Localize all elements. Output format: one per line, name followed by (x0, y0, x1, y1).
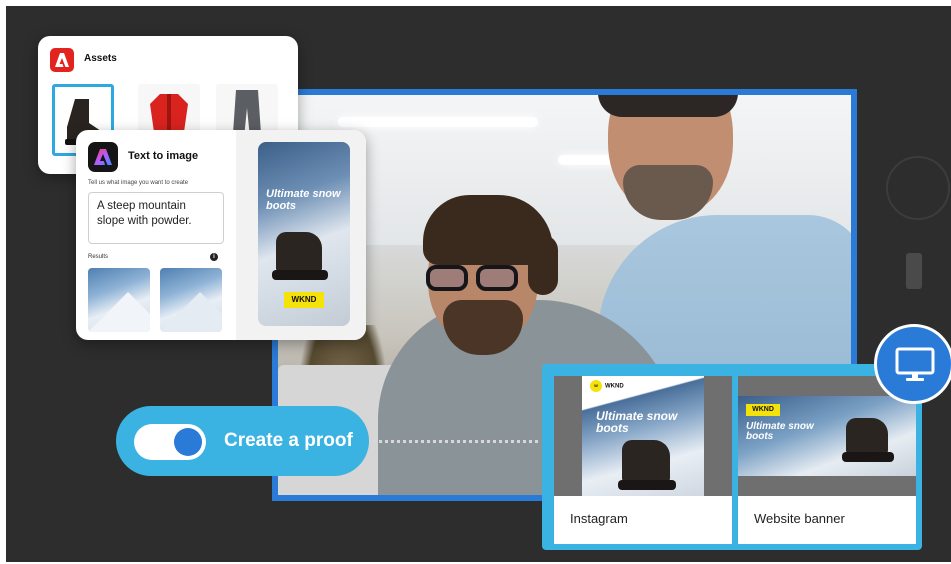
instagram-headline: Ultimate snow boots (596, 409, 678, 435)
output-label-instagram: Instagram (570, 511, 628, 526)
generated-poster[interactable]: Ultimate snow boots WKND (258, 142, 350, 326)
snow-boot-image (842, 418, 894, 462)
photo-ceiling-light (338, 117, 538, 127)
banner-headline: Ultimate snow boots (746, 421, 814, 442)
prompt-input[interactable]: A steep mountain slope with powder. (88, 192, 224, 244)
result-thumbnail[interactable] (88, 268, 150, 332)
marketing-stage: Assets Text to image Tell us what image … (6, 6, 951, 562)
website-banner-image: WKND Ultimate snow boots (738, 396, 916, 476)
brand-logo-icon: W (590, 380, 602, 392)
output-variants-panel: W WKND Ultimate snow boots Instagram WKND… (542, 364, 922, 550)
person-seated-glasses (418, 265, 528, 293)
results-label: Results (88, 254, 109, 260)
text-to-image-title: Text to image (128, 150, 199, 162)
create-proof-toggle[interactable] (134, 424, 206, 460)
create-proof-pill[interactable]: Create a proof (116, 406, 369, 476)
output-label-website-banner: Website banner (754, 511, 845, 526)
instagram-preview: W WKND Ultimate snow boots (554, 376, 732, 496)
poster-headline: Ultimate snow boots (266, 188, 341, 212)
banner-badge: WKND (746, 404, 780, 416)
snow-boot-image (272, 232, 328, 280)
toggle-knob (174, 428, 202, 456)
generated-poster-area: Ultimate snow boots WKND (236, 130, 366, 340)
create-proof-label: Create a proof (224, 430, 353, 451)
person-standing-hair (598, 95, 738, 117)
firefly-logo-icon (88, 142, 118, 172)
text-to-image-panel: Text to image Tell us what image you wan… (76, 130, 366, 340)
circle-device-icon[interactable] (886, 156, 950, 220)
snow-boot-image (618, 440, 676, 490)
output-card-instagram[interactable]: W WKND Ultimate snow boots Instagram (554, 376, 732, 544)
poster-badge: WKND (284, 292, 324, 308)
person-seated-bun (528, 235, 558, 295)
info-icon[interactable]: i (210, 253, 218, 261)
desktop-monitor-icon[interactable] (874, 324, 951, 404)
prompt-hint: Tell us what image you want to create (88, 180, 189, 186)
connector-line (366, 440, 546, 443)
result-thumbnail[interactable] (160, 268, 222, 332)
phone-icon[interactable] (906, 253, 922, 289)
instagram-brand: W WKND (590, 380, 624, 392)
instagram-post-image: W WKND Ultimate snow boots (582, 376, 704, 496)
assets-title: Assets (84, 53, 117, 64)
output-card-website-banner[interactable]: WKND Ultimate snow boots Website banner (738, 376, 916, 544)
adobe-logo-icon (50, 48, 74, 72)
